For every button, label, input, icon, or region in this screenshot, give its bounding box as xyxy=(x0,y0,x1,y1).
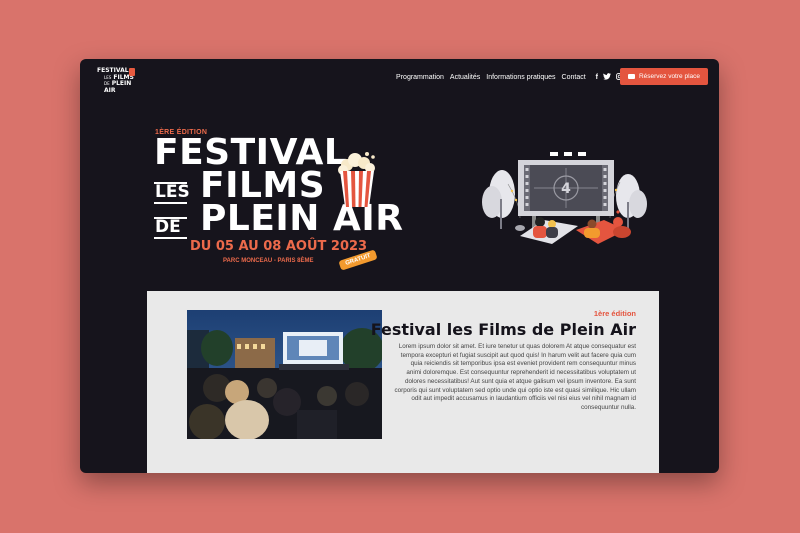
outdoor-cinema-illustration: 4 xyxy=(482,152,647,244)
section-edition-tag: 1ère édition xyxy=(593,309,636,318)
logo-mini-de: DE xyxy=(104,81,110,86)
hero-word-de: DE xyxy=(155,217,181,237)
countdown-number: 4 xyxy=(561,181,571,197)
hero-rule xyxy=(154,237,187,239)
section-description: Lorem ipsum dolor sit amet. Et iure tene… xyxy=(394,343,636,411)
festival-photo xyxy=(187,310,382,439)
nav-item-informations[interactable]: Informations pratiques xyxy=(486,74,555,81)
nav-item-actualites[interactable]: Actualités xyxy=(450,74,480,81)
ticket-icon xyxy=(627,74,635,79)
main-navigation: Programmation Actualités Informations pr… xyxy=(396,73,623,82)
intro-section: 1ère édition Festival les Films de Plein… xyxy=(147,291,659,473)
section-title: Festival les Films de Plein Air xyxy=(370,320,636,339)
hero-dates: DU 05 AU 08 AOÛT 2023 xyxy=(190,239,368,254)
social-links: f xyxy=(596,73,623,82)
popcorn-illustration xyxy=(338,152,375,207)
festival-logo[interactable]: FESTIVAL LES FILMS DE PLEIN AIR xyxy=(97,67,142,93)
browser-window: FESTIVAL LES FILMS DE PLEIN AIR Programm… xyxy=(80,59,719,473)
hero-word-les: LES xyxy=(155,182,190,202)
nav-item-contact[interactable]: Contact xyxy=(562,74,586,81)
logo-mini-les: LES xyxy=(104,74,112,80)
reserve-button[interactable]: Réservez votre place xyxy=(619,68,708,85)
popcorn-icon xyxy=(129,68,135,76)
facebook-icon[interactable]: f xyxy=(596,74,598,81)
nav-item-programmation[interactable]: Programmation xyxy=(396,74,444,81)
hero-location: PARC MONCEAU - PARIS 8ÈME xyxy=(223,258,314,264)
twitter-icon[interactable] xyxy=(603,73,611,82)
reserve-button-label: Réservez votre place xyxy=(638,73,700,80)
hero-rule xyxy=(154,202,187,204)
